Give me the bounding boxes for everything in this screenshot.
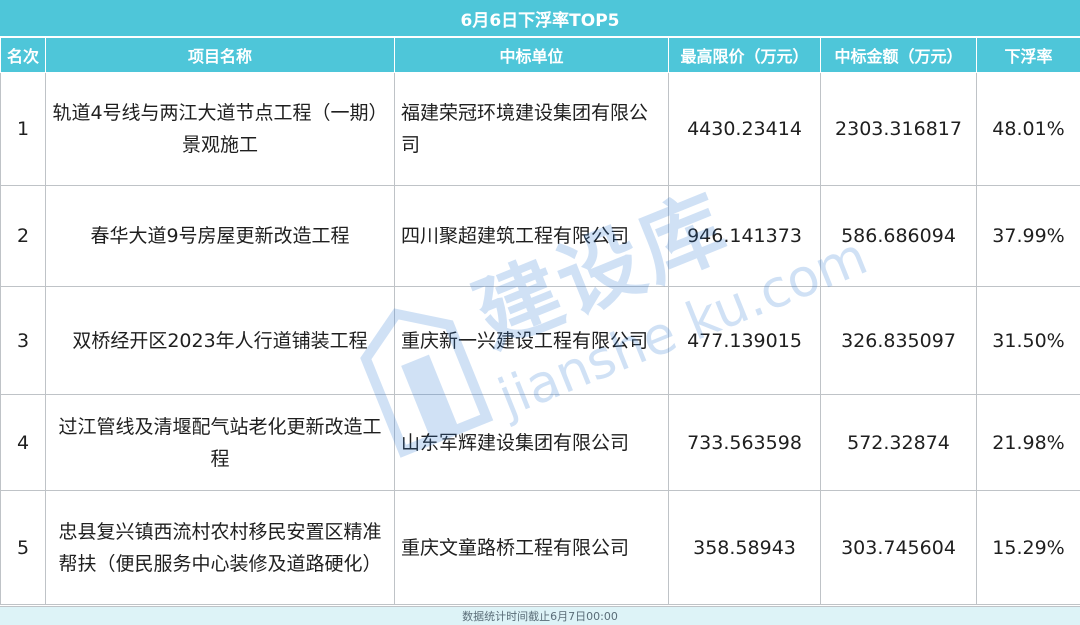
rank-cell: 2 [1,186,46,287]
table-row: 4 过江管线及清堰配气站老化更新改造工程 山东军辉建设集团有限公司 733.56… [1,395,1080,491]
ranking-table-card: 6月6日下浮率TOP5 名次 项目名称 中标单位 最高限价（万元） 中标金额（万… [0,0,1080,624]
max-price-cell: 946.141373 [669,186,821,287]
project-name-cell: 忠县复兴镇西流村农村移民安置区精准帮扶（便民服务中心装修及道路硬化） [46,491,395,605]
column-header-max-price: 最高限价（万元） [669,38,821,73]
bid-amount-cell: 2303.316817 [821,73,977,186]
bid-amount-cell: 586.686094 [821,186,977,287]
table-header-row: 名次 项目名称 中标单位 最高限价（万元） 中标金额（万元） 下浮率 [1,38,1080,73]
bid-amount-cell: 326.835097 [821,287,977,395]
rate-cell: 48.01% [977,73,1080,186]
project-name-cell: 过江管线及清堰配气站老化更新改造工程 [46,395,395,491]
column-header-rate: 下浮率 [977,38,1080,73]
column-header-project: 项目名称 [46,38,395,73]
company-cell: 福建荣冠环境建设集团有限公司 [395,73,669,186]
company-cell: 重庆新一兴建设工程有限公司 [395,287,669,395]
max-price-cell: 477.139015 [669,287,821,395]
bid-amount-cell: 303.745604 [821,491,977,605]
max-price-cell: 4430.23414 [669,73,821,186]
rate-cell: 37.99% [977,186,1080,287]
table-title: 6月6日下浮率TOP5 [0,0,1080,37]
rate-cell: 31.50% [977,287,1080,395]
bid-amount-cell: 572.32874 [821,395,977,491]
column-header-bid-amount: 中标金额（万元） [821,38,977,73]
column-header-company: 中标单位 [395,38,669,73]
table-row: 3 双桥经开区2023年人行道铺装工程 重庆新一兴建设工程有限公司 477.13… [1,287,1080,395]
project-name-cell: 轨道4号线与两江大道节点工程（一期）景观施工 [46,73,395,186]
max-price-cell: 733.563598 [669,395,821,491]
table-row: 2 春华大道9号房屋更新改造工程 四川聚超建筑工程有限公司 946.141373… [1,186,1080,287]
company-cell: 重庆文童路桥工程有限公司 [395,491,669,605]
table-row: 5 忠县复兴镇西流村农村移民安置区精准帮扶（便民服务中心装修及道路硬化） 重庆文… [1,491,1080,605]
data-cutoff-note: 数据统计时间截止6月7日00:00 [0,606,1080,625]
project-name-cell: 双桥经开区2023年人行道铺装工程 [46,287,395,395]
column-header-rank: 名次 [1,38,46,73]
rate-cell: 15.29% [977,491,1080,605]
rate-cell: 21.98% [977,395,1080,491]
rank-cell: 3 [1,287,46,395]
max-price-cell: 358.58943 [669,491,821,605]
rank-cell: 1 [1,73,46,186]
rank-cell: 4 [1,395,46,491]
project-name-cell: 春华大道9号房屋更新改造工程 [46,186,395,287]
company-cell: 四川聚超建筑工程有限公司 [395,186,669,287]
ranking-table: 名次 项目名称 中标单位 最高限价（万元） 中标金额（万元） 下浮率 1 轨道4… [0,37,1080,605]
table-row: 1 轨道4号线与两江大道节点工程（一期）景观施工 福建荣冠环境建设集团有限公司 … [1,73,1080,186]
company-cell: 山东军辉建设集团有限公司 [395,395,669,491]
rank-cell: 5 [1,491,46,605]
